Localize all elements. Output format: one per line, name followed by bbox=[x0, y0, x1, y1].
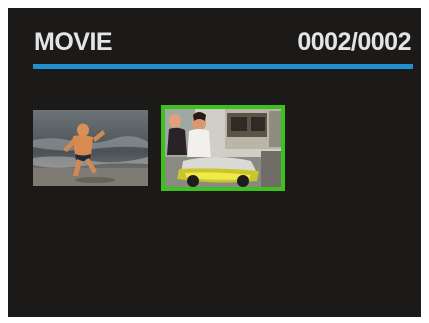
movie-browser-screen: MOVIE 0002/0002 bbox=[8, 8, 421, 317]
beach-scene-image bbox=[33, 110, 148, 186]
header-divider bbox=[33, 64, 413, 69]
movie-thumbnail-1[interactable] bbox=[33, 110, 148, 186]
movie-thumbnail-2-selected[interactable] bbox=[161, 105, 285, 191]
file-counter: 0002/0002 bbox=[297, 28, 411, 56]
couple-scene-image bbox=[165, 109, 281, 187]
screen-title: MOVIE bbox=[34, 28, 113, 56]
